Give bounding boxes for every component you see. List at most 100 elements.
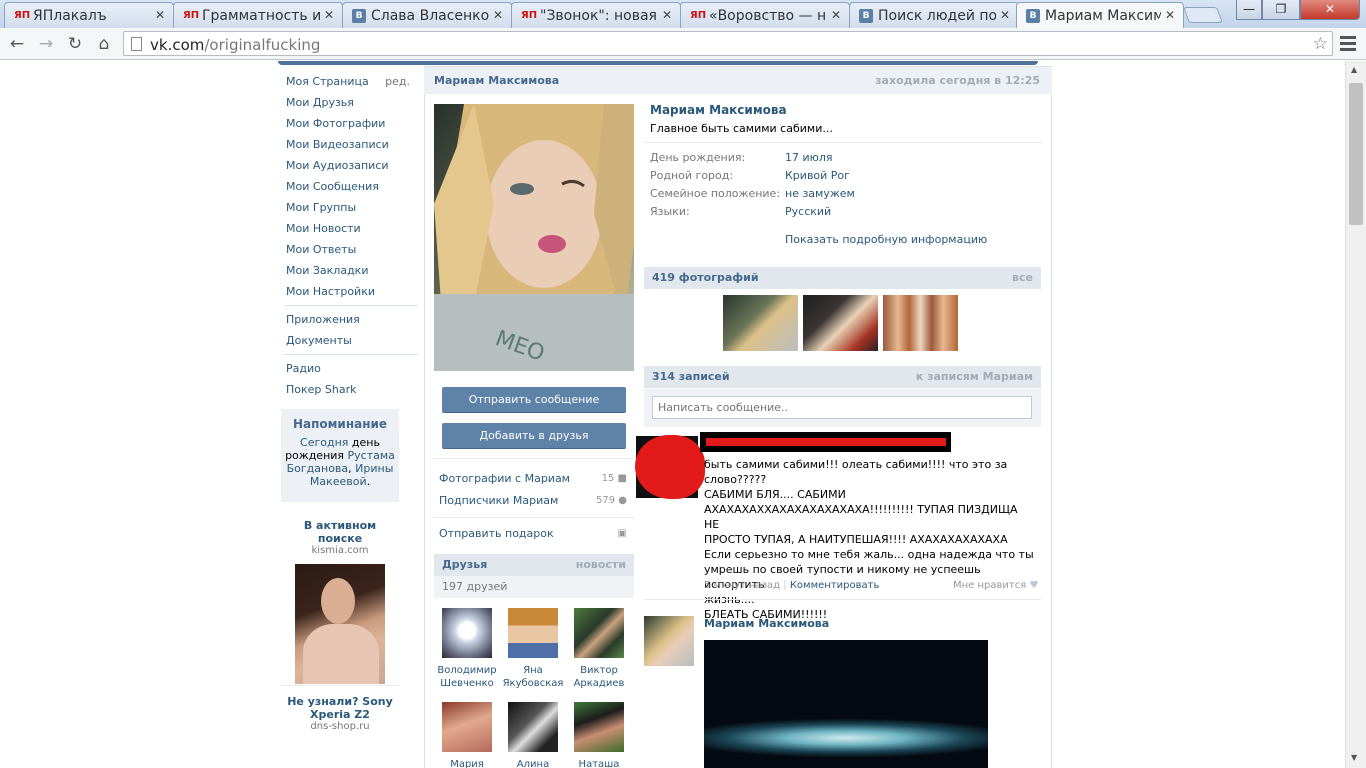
friend-avatar[interactable] [442, 702, 492, 752]
hometown-link[interactable]: Кривой Рог [785, 167, 850, 185]
wall-post-input[interactable] [652, 396, 1032, 419]
ad-title[interactable]: В активном поиске [281, 519, 399, 545]
friend-card[interactable]: Мария [435, 702, 499, 768]
menu-my-news[interactable]: Мои Новости [280, 218, 418, 239]
menu-my-friends[interactable]: Мои Друзья [280, 92, 418, 113]
ad-image[interactable] [295, 564, 385, 684]
post-author-name-censored[interactable] [700, 432, 951, 452]
bookmark-star-icon[interactable]: ☆ [1313, 34, 1328, 54]
menu-apps[interactable]: Приложения [280, 309, 418, 330]
post-author-name[interactable]: Мариам Максимова [704, 617, 829, 630]
friend-name[interactable]: Яна Якубовская [501, 664, 565, 690]
friend-card[interactable]: Яна Якубовская [501, 608, 565, 690]
close-icon[interactable]: ✕ [155, 8, 165, 22]
send-gift-link[interactable]: Отправить подарок ▣ [439, 523, 629, 545]
menu-my-page[interactable]: Моя Страница ред. [280, 71, 418, 92]
tab-slava[interactable]: B Слава Власенко ✕ [342, 2, 512, 28]
photo-thumb[interactable] [803, 295, 878, 351]
friends-news-link[interactable]: новости [576, 558, 626, 571]
close-icon[interactable]: ✕ [1000, 8, 1010, 22]
back-icon[interactable]: ← [6, 33, 28, 55]
menu-my-videos[interactable]: Мои Видеозаписи [280, 134, 418, 155]
tab-people-search[interactable]: B Поиск людей по ✕ [849, 2, 1019, 28]
friend-avatar[interactable] [442, 608, 492, 658]
friend-name[interactable]: Володимир Шевченко [435, 664, 499, 690]
photos-header[interactable]: 419 фотографий все [644, 267, 1041, 289]
new-tab-button[interactable] [1183, 7, 1223, 23]
post-image[interactable] [704, 640, 988, 768]
close-icon[interactable]: ✕ [493, 8, 503, 22]
friends-header[interactable]: Друзья новости [434, 554, 634, 576]
menu-my-answers[interactable]: Мои Ответы [280, 239, 418, 260]
tab-mariam-active[interactable]: B Мариам Максим ✕ [1016, 2, 1184, 29]
menu-my-bookmarks[interactable]: Мои Закладки [280, 260, 418, 281]
reload-icon[interactable]: ↻ [64, 33, 86, 55]
friend-card[interactable]: Виктор Аркадиев [567, 608, 631, 690]
close-icon[interactable]: ✕ [831, 8, 841, 22]
photo-thumb[interactable] [723, 295, 798, 351]
menu-my-settings[interactable]: Мои Настройки [280, 281, 418, 302]
friend-card[interactable]: Наташа [567, 702, 631, 768]
profile-avatar[interactable]: MEO [434, 104, 634, 371]
friend-card[interactable]: Алина [501, 702, 565, 768]
show-more-info-link[interactable]: Показать подробную информацию [785, 233, 987, 246]
friend-avatar[interactable] [508, 702, 558, 752]
friend-name[interactable]: Наташа [567, 758, 631, 768]
close-icon[interactable]: ✕ [1165, 8, 1175, 22]
tab-yaplakal[interactable]: ЯП ЯПлакалъ ✕ [4, 2, 174, 28]
photo-thumb[interactable] [883, 295, 958, 351]
menu-documents[interactable]: Документы [280, 330, 418, 351]
friend-name[interactable]: Виктор Аркадиев [567, 664, 631, 690]
post-time[interactable]: 5 минут назад [704, 580, 780, 591]
scroll-down-arrow-icon[interactable]: ▼ [1351, 753, 1357, 762]
friend-avatar[interactable] [574, 702, 624, 752]
menu-radio[interactable]: Радио [280, 358, 418, 379]
today-link[interactable]: Сегодня [300, 436, 348, 449]
send-message-button[interactable]: Отправить сообщение [442, 387, 626, 413]
tab-zvonok[interactable]: ЯП "Звонок": новая ✕ [511, 2, 681, 28]
photos-title[interactable]: 419 фотографий [652, 271, 759, 284]
address-bar[interactable]: vk.com/originalfucking ☆ [123, 31, 1333, 56]
wall-title[interactable]: 314 записей [652, 370, 730, 383]
friend-avatar[interactable] [508, 608, 558, 658]
minimize-button[interactable]: — [1236, 0, 1262, 20]
home-icon[interactable]: ⌂ [93, 33, 115, 55]
photos-with-link[interactable]: Фотографии с Мариам 15 ■ [439, 468, 629, 490]
tab-grammar[interactable]: ЯП Грамматность и ✕ [173, 2, 343, 28]
friend-name[interactable]: Мария [435, 758, 499, 768]
menu-my-audio[interactable]: Мои Аудиозаписи [280, 155, 418, 176]
menu-my-photos[interactable]: Мои Фотографии [280, 113, 418, 134]
comment-link[interactable]: Комментировать [790, 580, 880, 591]
friend-avatar[interactable] [574, 608, 624, 658]
window-close-button[interactable]: ✕ [1300, 0, 1360, 20]
wall-header[interactable]: 314 записей к записям Мариам [644, 366, 1041, 388]
restore-button[interactable]: ❐ [1262, 0, 1300, 20]
forward-icon[interactable]: → [35, 33, 57, 55]
friend-card[interactable]: Володимир Шевченко [435, 608, 499, 690]
add-friend-button[interactable]: Добавить в друзья [442, 423, 626, 449]
menu-my-messages[interactable]: Мои Сообщения [280, 176, 418, 197]
languages-link[interactable]: Русский [785, 203, 831, 221]
scroll-thumb[interactable] [1349, 83, 1363, 225]
friend-name[interactable]: Алина [501, 758, 565, 768]
friends-title[interactable]: Друзья [442, 558, 487, 571]
close-icon[interactable]: ✕ [662, 8, 672, 22]
wall-records-link[interactable]: к записям Мариам [916, 370, 1033, 383]
relationship-link[interactable]: не замужем [785, 185, 855, 203]
post-author-avatar[interactable] [644, 616, 694, 666]
birthday-link[interactable]: 17 июля [785, 149, 833, 167]
menu-poker-shark[interactable]: Покер Shark [280, 379, 418, 400]
photos-all-link[interactable]: все [1012, 271, 1033, 284]
tab-vorovstvo[interactable]: ЯП «Воровство — н ✕ [680, 2, 850, 28]
scroll-up-arrow-icon[interactable]: ▲ [1351, 65, 1357, 74]
followers-link[interactable]: Подписчики Мариам 579 ● [439, 490, 629, 512]
ad-title[interactable]: Не узнали? Sony Xperia Z2 [281, 695, 399, 721]
like-button[interactable]: Мне нравится ♥ [953, 580, 1038, 591]
menu-my-groups[interactable]: Мои Группы [280, 197, 418, 218]
page-scrollbar[interactable]: ▲ ▼ [1345, 61, 1366, 768]
ad-block-kismia[interactable]: В активном поиске kismia.com [281, 519, 399, 684]
close-icon[interactable]: ✕ [324, 8, 334, 22]
menu-edit-link[interactable]: ред. [385, 71, 410, 92]
ad-block-xperia[interactable]: Не узнали? Sony Xperia Z2 dns-shop.ru [281, 695, 399, 732]
chrome-menu-icon[interactable] [1340, 36, 1356, 54]
